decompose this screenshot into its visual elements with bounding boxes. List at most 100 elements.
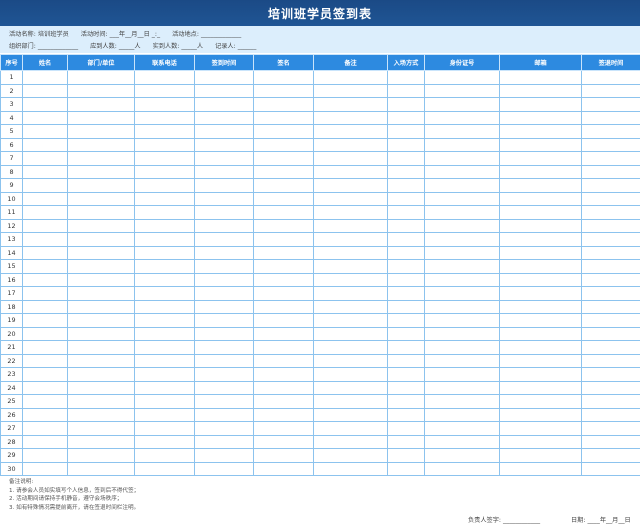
cell-remarks[interactable] [313, 286, 388, 301]
cell-checkin-time[interactable] [194, 232, 254, 247]
cell-name[interactable] [22, 340, 68, 355]
cell-signature[interactable] [253, 448, 314, 463]
cell-signature[interactable] [253, 83, 314, 98]
cell-name[interactable] [22, 110, 68, 125]
cell-phone[interactable] [134, 394, 195, 409]
cell-name[interactable] [22, 232, 68, 247]
cell-email[interactable] [499, 367, 582, 382]
cell-remarks[interactable] [313, 245, 388, 260]
cell-checkin-time[interactable] [194, 340, 254, 355]
cell-checkin-time[interactable] [194, 218, 254, 233]
cell-department[interactable] [67, 83, 135, 98]
cell-signature[interactable] [253, 421, 314, 436]
cell-entry-method[interactable] [387, 286, 425, 301]
cell-phone[interactable] [134, 340, 195, 355]
cell-checkout-time[interactable] [581, 434, 640, 449]
cell-remarks[interactable] [313, 137, 388, 152]
cell-id-number[interactable] [424, 97, 500, 112]
cell-checkout-time[interactable] [581, 313, 640, 328]
cell-signature[interactable] [253, 232, 314, 247]
cell-phone[interactable] [134, 353, 195, 368]
cell-id-number[interactable] [424, 137, 500, 152]
cell-entry-method[interactable] [387, 367, 425, 382]
cell-id-number[interactable] [424, 205, 500, 220]
cell-signature[interactable] [253, 151, 314, 166]
cell-phone[interactable] [134, 434, 195, 449]
cell-department[interactable] [67, 407, 135, 422]
cell-name[interactable] [22, 70, 68, 85]
cell-checkout-time[interactable] [581, 340, 640, 355]
cell-email[interactable] [499, 191, 582, 206]
cell-signature[interactable] [253, 110, 314, 125]
cell-remarks[interactable] [313, 205, 388, 220]
cell-checkin-time[interactable] [194, 191, 254, 206]
cell-remarks[interactable] [313, 83, 388, 98]
cell-entry-method[interactable] [387, 83, 425, 98]
cell-remarks[interactable] [313, 151, 388, 166]
cell-checkin-time[interactable] [194, 286, 254, 301]
cell-email[interactable] [499, 97, 582, 112]
cell-department[interactable] [67, 191, 135, 206]
date-line[interactable]: ____年__月__日 [587, 517, 630, 524]
cell-department[interactable] [67, 394, 135, 409]
cell-department[interactable] [67, 151, 135, 166]
cell-id-number[interactable] [424, 218, 500, 233]
cell-email[interactable] [499, 407, 582, 422]
signature-line[interactable]: ____________ [503, 517, 540, 524]
cell-email[interactable] [499, 353, 582, 368]
cell-phone[interactable] [134, 421, 195, 436]
cell-department[interactable] [67, 313, 135, 328]
cell-checkout-time[interactable] [581, 367, 640, 382]
cell-id-number[interactable] [424, 367, 500, 382]
cell-checkin-time[interactable] [194, 259, 254, 274]
cell-name[interactable] [22, 191, 68, 206]
cell-email[interactable] [499, 124, 582, 139]
cell-signature[interactable] [253, 394, 314, 409]
cell-phone[interactable] [134, 299, 195, 314]
cell-checkout-time[interactable] [581, 259, 640, 274]
cell-email[interactable] [499, 448, 582, 463]
cell-remarks[interactable] [313, 299, 388, 314]
cell-checkin-time[interactable] [194, 434, 254, 449]
cell-name[interactable] [22, 353, 68, 368]
cell-id-number[interactable] [424, 232, 500, 247]
cell-checkin-time[interactable] [194, 124, 254, 139]
cell-checkin-time[interactable] [194, 299, 254, 314]
cell-signature[interactable] [253, 272, 314, 287]
cell-remarks[interactable] [313, 164, 388, 179]
cell-checkin-time[interactable] [194, 178, 254, 193]
cell-name[interactable] [22, 394, 68, 409]
cell-checkout-time[interactable] [581, 380, 640, 395]
cell-department[interactable] [67, 245, 135, 260]
cell-phone[interactable] [134, 178, 195, 193]
cell-checkin-time[interactable] [194, 205, 254, 220]
cell-remarks[interactable] [313, 394, 388, 409]
cell-department[interactable] [67, 97, 135, 112]
cell-signature[interactable] [253, 326, 314, 341]
cell-name[interactable] [22, 299, 68, 314]
cell-phone[interactable] [134, 259, 195, 274]
cell-name[interactable] [22, 245, 68, 260]
cell-email[interactable] [499, 434, 582, 449]
cell-checkout-time[interactable] [581, 164, 640, 179]
cell-entry-method[interactable] [387, 272, 425, 287]
cell-name[interactable] [22, 421, 68, 436]
cell-entry-method[interactable] [387, 353, 425, 368]
cell-department[interactable] [67, 110, 135, 125]
cell-checkout-time[interactable] [581, 272, 640, 287]
cell-signature[interactable] [253, 164, 314, 179]
cell-signature[interactable] [253, 70, 314, 85]
cell-email[interactable] [499, 313, 582, 328]
cell-checkout-time[interactable] [581, 461, 640, 476]
cell-entry-method[interactable] [387, 313, 425, 328]
cell-email[interactable] [499, 164, 582, 179]
cell-entry-method[interactable] [387, 394, 425, 409]
cell-checkin-time[interactable] [194, 110, 254, 125]
cell-signature[interactable] [253, 286, 314, 301]
cell-checkin-time[interactable] [194, 394, 254, 409]
cell-email[interactable] [499, 340, 582, 355]
cell-checkin-time[interactable] [194, 70, 254, 85]
cell-checkout-time[interactable] [581, 178, 640, 193]
cell-id-number[interactable] [424, 340, 500, 355]
cell-name[interactable] [22, 380, 68, 395]
